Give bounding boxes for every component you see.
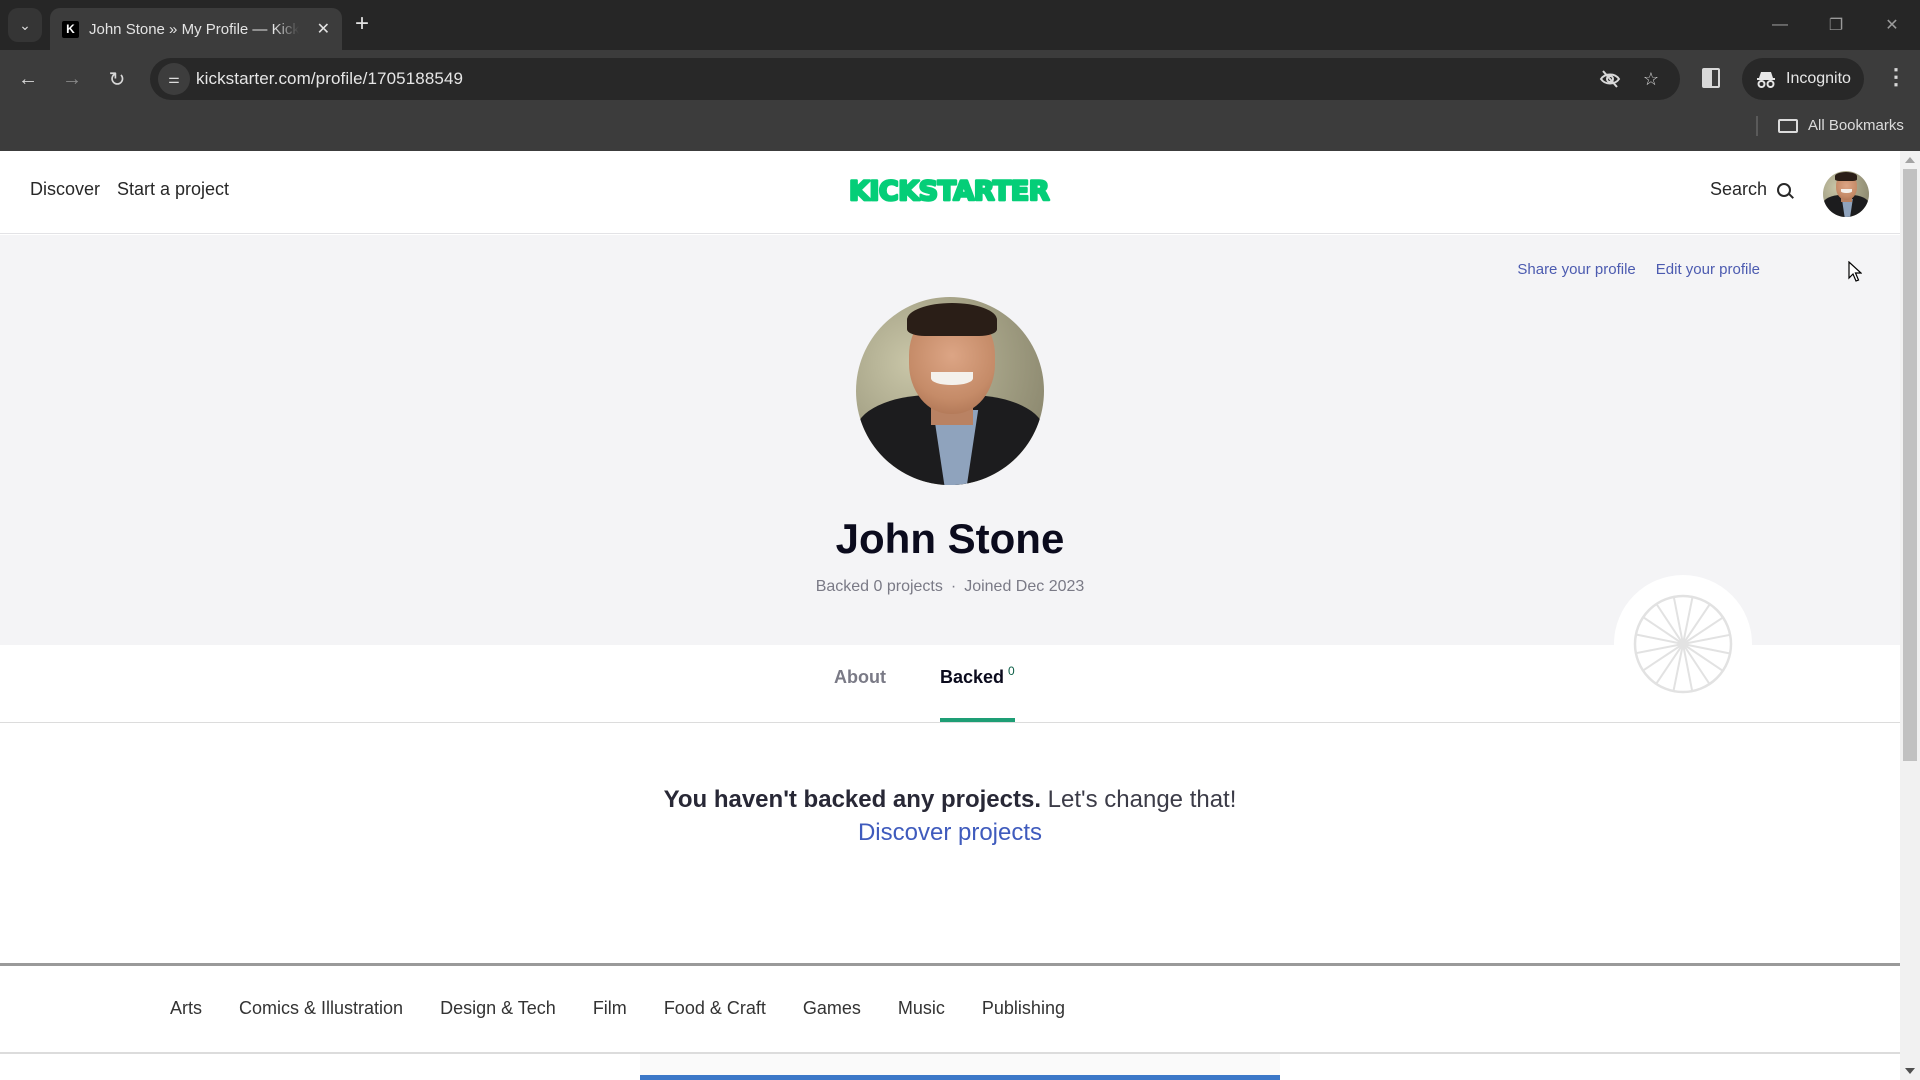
edit-profile-link[interactable]: Edit your profile <box>1656 261 1760 278</box>
category-link-film[interactable]: Film <box>593 998 627 1019</box>
star-icon: ☆ <box>1642 68 1660 89</box>
scrollbar-thumb[interactable] <box>1903 169 1917 761</box>
eye-off-icon <box>1599 70 1621 88</box>
incognito-icon <box>1757 72 1775 88</box>
all-bookmarks-button[interactable]: All Bookmarks <box>1778 117 1904 134</box>
arrow-right-icon: → <box>62 67 82 90</box>
incognito-badge[interactable]: Incognito <box>1742 58 1864 100</box>
url-text[interactable]: kickstarter.com/profile/1705188549 <box>196 69 463 89</box>
search-icon <box>1777 182 1792 197</box>
category-link-arts[interactable]: Arts <box>170 998 202 1019</box>
category-link-games[interactable]: Games <box>803 998 861 1019</box>
category-nav: Arts Comics & Illustration Design & Tech Fi… <box>0 966 1900 1052</box>
loading-bar <box>640 1075 1280 1080</box>
tracking-protection-button[interactable] <box>1598 67 1622 91</box>
browser-tabstrip: ⌄ K John Stone » My Profile — Kickstarte… <box>0 0 1920 50</box>
page-scrollbar[interactable] <box>1900 151 1920 1080</box>
meta-separator: · <box>950 578 957 595</box>
arrow-left-icon: ← <box>18 67 38 90</box>
incognito-label: Incognito <box>1786 70 1851 87</box>
browser-tab-active[interactable]: K John Stone » My Profile — Kickstarter … <box>50 8 342 50</box>
browser-menu-button[interactable]: ⋮ <box>1885 64 1907 90</box>
profile-actions: Share your profile Edit your profile <box>1517 261 1760 278</box>
bookmark-star-button[interactable]: ☆ <box>1639 67 1663 91</box>
scroll-up-arrow-icon[interactable] <box>1905 157 1915 163</box>
side-panel-icon[interactable] <box>1702 68 1720 88</box>
mouse-cursor-icon <box>1848 261 1862 282</box>
joined-date: Joined Dec 2023 <box>964 578 1085 595</box>
profile-avatar <box>856 297 1044 485</box>
category-link-publishing[interactable]: Publishing <box>982 998 1065 1019</box>
reload-button[interactable]: ↻ <box>102 64 132 94</box>
category-link-music[interactable]: Music <box>898 998 945 1019</box>
bookmarks-bar: All Bookmarks <box>0 108 1920 151</box>
forward-button[interactable]: → <box>57 64 87 94</box>
reload-icon: ↻ <box>108 68 126 91</box>
tab-search-button[interactable]: ⌄ <box>8 8 42 42</box>
empty-state-headline: You haven't backed any projects. <box>663 786 1041 813</box>
nav-discover-link[interactable]: Discover <box>30 179 100 200</box>
category-link-food-craft[interactable]: Food & Craft <box>664 998 766 1019</box>
window-controls: — ❐ ✕ <box>1752 0 1920 50</box>
profile-name: John Stone <box>835 515 1065 562</box>
tabs-divider <box>0 722 1900 723</box>
address-bar[interactable]: ⚌ kickstarter.com/profile/1705188549 ☆ <box>150 58 1680 100</box>
chevron-down-icon: ⌄ <box>19 16 31 33</box>
restore-button[interactable]: ❐ <box>1808 0 1864 50</box>
site-info-button[interactable]: ⚌ <box>158 63 190 95</box>
bookmarks-divider <box>1756 116 1758 136</box>
user-avatar-button[interactable] <box>1823 171 1869 217</box>
page-viewport: Discover Start a project KICKSTARTER Sea… <box>0 151 1900 1080</box>
discover-projects-link[interactable]: Discover projects <box>858 816 1042 849</box>
logo-wordmark: KICKSTARTER <box>849 176 1050 205</box>
search-button[interactable]: Search <box>1710 179 1792 200</box>
category-nav-divider <box>0 1052 1900 1054</box>
kebab-menu-icon: ⋮ <box>1885 64 1907 89</box>
new-tab-button[interactable]: + <box>355 12 369 36</box>
scroll-down-arrow-icon[interactable] <box>1905 1068 1915 1074</box>
back-button[interactable]: ← <box>13 64 43 94</box>
site-header: Discover Start a project KICKSTARTER Sea… <box>0 151 1900 234</box>
share-profile-link[interactable]: Share your profile <box>1517 261 1635 278</box>
close-tab-icon[interactable]: ✕ <box>317 19 330 39</box>
folder-icon <box>1778 118 1798 133</box>
browser-toolbar: ← → ↻ ⚌ kickstarter.com/profile/17051885… <box>0 50 1920 108</box>
tab-backed-label: Backed <box>940 667 1005 687</box>
minimize-button[interactable]: — <box>1752 0 1808 50</box>
backed-count: Backed 0 projects <box>815 578 943 595</box>
all-bookmarks-label: All Bookmarks <box>1808 117 1904 134</box>
kickstarter-favicon-icon: K <box>62 20 79 38</box>
kickstarter-logo[interactable]: KICKSTARTER <box>836 175 1062 205</box>
tab-backed[interactable]: Backed 0 <box>940 664 1015 688</box>
category-link-design-tech[interactable]: Design & Tech <box>440 998 556 1019</box>
category-list: Arts Comics & Illustration Design & Tech Fi… <box>170 998 1065 1019</box>
category-link-comics-illustration[interactable]: Comics & Illustration <box>239 998 403 1019</box>
backed-count-badge: 0 <box>1008 664 1015 678</box>
empty-state-subline: Let's change that! <box>1047 786 1237 813</box>
tab-about-label: About <box>834 667 886 687</box>
tune-icon: ⚌ <box>168 71 180 86</box>
search-label: Search <box>1710 179 1768 199</box>
empty-state: You haven't backed any projects. Let's c… <box>0 783 1900 849</box>
window-close-button[interactable]: ✕ <box>1864 0 1920 50</box>
tab-about[interactable]: About <box>834 667 886 688</box>
tab-title: John Stone » My Profile — Kickstarter <box>89 20 299 38</box>
nav-start-project-link[interactable]: Start a project <box>117 179 229 200</box>
